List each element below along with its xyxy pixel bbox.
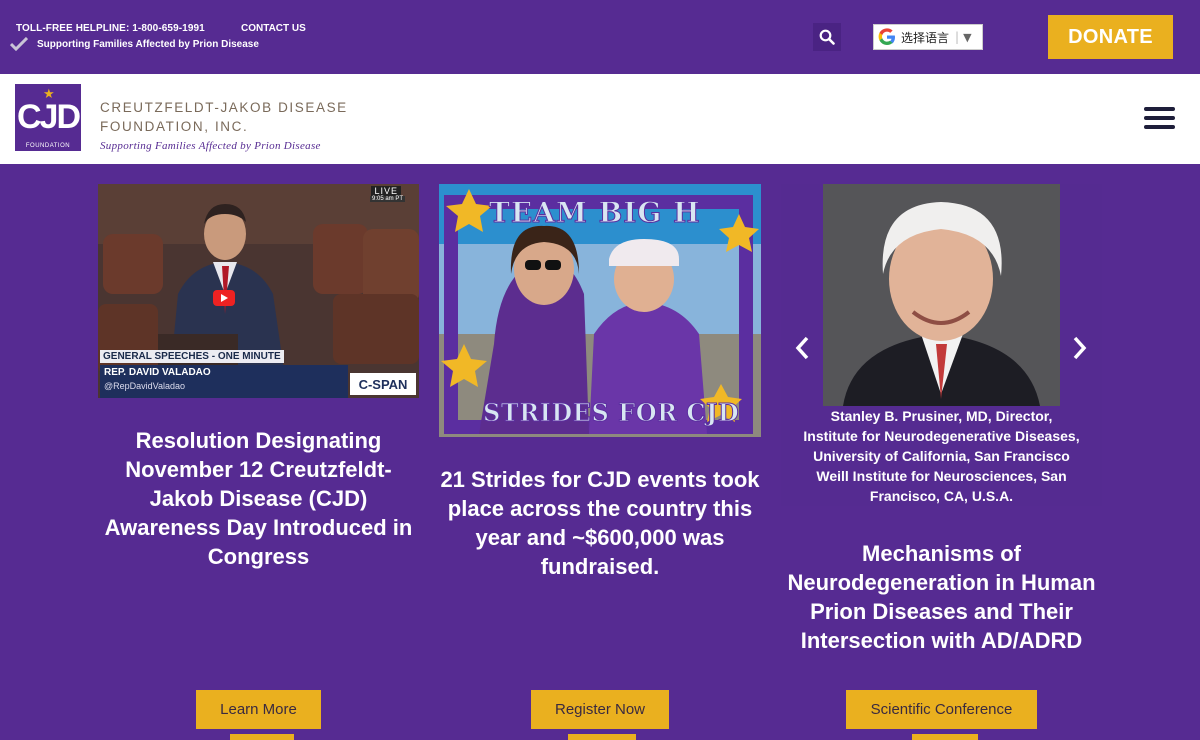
cspan-logo: C-SPAN [350, 373, 416, 395]
search-button[interactable] [813, 23, 841, 51]
donate-button[interactable]: DONATE [1048, 15, 1173, 59]
google-g-icon [878, 28, 895, 45]
caption-line: Institute for Neurodegenerative Diseases… [803, 428, 1080, 444]
hamburger-menu-icon[interactable] [1144, 107, 1176, 131]
speech-banner: GENERAL SPEECHES - ONE MINUTE [100, 350, 284, 363]
dropdown-arrow-icon: ▼ [963, 30, 972, 44]
card-title-strides[interactable]: 21 Strides for CJD events took place acr… [439, 465, 761, 581]
caption-line: Francisco, CA, U.S.A. [869, 488, 1014, 504]
youtube-play-icon[interactable] [213, 290, 235, 306]
checkmark-icon [10, 37, 28, 51]
org-name-line1: CREUTZFELDT-JAKOB DISEASE [100, 100, 348, 115]
language-select[interactable]: 选择语言 | ▼ [873, 24, 983, 50]
cjd-logo[interactable]: ★ CJD FOUNDATION [15, 84, 81, 151]
frame-top-text: TEAM BIG H [489, 196, 701, 230]
live-badge: LIVE [371, 186, 401, 196]
helpline-text: TOLL-FREE HELPLINE: 1-800-659-1991 [16, 23, 205, 34]
caption-line: University of California, San Francisco [813, 448, 1070, 464]
search-icon [819, 29, 835, 45]
tagline-text: Supporting Families Affected by Prion Di… [37, 38, 259, 50]
button-underline [568, 734, 636, 740]
logo-text: CJD [16, 98, 81, 136]
chevron-left-icon[interactable] [793, 334, 813, 362]
speaker-handle: @RepDavidValadao [104, 381, 186, 391]
logo-subtext: FOUNDATION [25, 143, 71, 149]
speaker-name-bar: REP. DAVID VALADAO @RepDavidValadao [100, 365, 348, 398]
strides-photo[interactable]: TEAM BIG H STRIDES FOR CJD [439, 184, 761, 437]
speaker-panel[interactable]: Stanley B. Prusiner, MD, Director, Insti… [781, 184, 1102, 506]
video-thumbnail[interactable]: LIVE 9:05 am PT GENERAL SPEECHES - ONE M… [98, 184, 419, 398]
chevron-right-icon[interactable] [1069, 334, 1089, 362]
org-tagline: Supporting Families Affected by Prion Di… [100, 140, 321, 152]
top-bar: TOLL-FREE HELPLINE: 1-800-659-1991 CONTA… [0, 0, 1200, 74]
site-header: ★ CJD FOUNDATION CREUTZFELDT-JAKOB DISEA… [0, 74, 1200, 164]
frame-bottom-text: STRIDES FOR CJD [482, 398, 740, 428]
video-time: 9:05 am PT [369, 196, 405, 202]
scientific-conference-button[interactable]: Scientific Conference [846, 690, 1037, 729]
speaker-name: REP. DAVID VALADAO [104, 367, 211, 378]
speaker-portrait [823, 184, 1060, 406]
org-name-line2: FOUNDATION, INC. [100, 119, 249, 134]
language-divider: | [955, 30, 960, 44]
speaker-caption: Stanley B. Prusiner, MD, Director, Insti… [781, 406, 1102, 506]
button-underline [912, 734, 978, 740]
learn-more-button[interactable]: Learn More [196, 690, 321, 729]
card-title-resolution[interactable]: Resolution Designating November 12 Creut… [98, 426, 419, 571]
contact-us-link[interactable]: CONTACT US [241, 23, 306, 34]
caption-line: Stanley B. Prusiner, MD, Director, [830, 408, 1053, 424]
caption-line: Weill Institute for Neurosciences, San [816, 468, 1067, 484]
register-now-button[interactable]: Register Now [531, 690, 669, 729]
button-underline [230, 734, 294, 740]
language-label: 选择语言 [901, 30, 950, 45]
card-title-mechanisms[interactable]: Mechanisms of Neurodegeneration in Human… [781, 539, 1102, 655]
tagline-row: Supporting Families Affected by Prion Di… [10, 37, 259, 51]
